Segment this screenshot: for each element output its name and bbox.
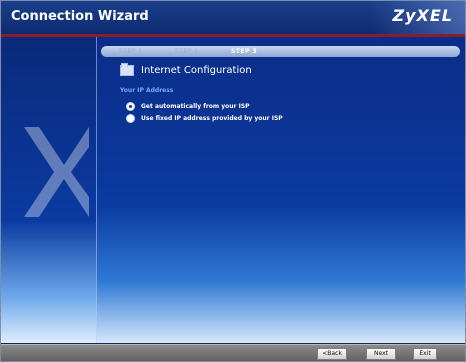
option-get-automatically[interactable]: Get automatically from your ISP (126, 102, 250, 111)
left-decoration (1, 37, 96, 343)
window-title: Connection Wizard (11, 9, 149, 24)
x-graphic-icon (24, 127, 89, 217)
step-progress: STEP 1 STEP 2 STEP 3 (101, 46, 460, 57)
radio-get-automatically[interactable] (126, 102, 135, 111)
section-title: Internet Configuration (141, 65, 252, 76)
button-bar: <Back Next > Exit (1, 344, 465, 361)
exit-button[interactable]: Exit (413, 348, 437, 360)
brand-logo: ZyXEL (392, 6, 453, 25)
step-3-label: STEP 3 (231, 48, 258, 55)
radio-fixed-ip[interactable] (126, 114, 135, 123)
ip-address-label: Your IP Address (120, 87, 174, 94)
connection-wizard-window: Connection Wizard ZyXEL STEP 1 STEP 2 ST… (0, 0, 466, 362)
option-fixed-ip-label: Use fixed IP address provided by your IS… (141, 115, 283, 122)
option-fixed-ip[interactable]: Use fixed IP address provided by your IS… (126, 114, 283, 123)
title-bar: Connection Wizard ZyXEL (1, 1, 465, 37)
separator-line (96, 37, 97, 343)
wizard-content: STEP 1 STEP 2 STEP 3 Internet Configurat… (1, 37, 465, 343)
back-button[interactable]: <Back (317, 348, 347, 360)
option-get-automatically-label: Get automatically from your ISP (141, 103, 250, 110)
internet-configuration-header: Internet Configuration (120, 63, 252, 76)
folder-icon (120, 63, 134, 76)
step-1-label: STEP 1 (119, 48, 143, 55)
next-button[interactable]: Next > (366, 348, 396, 361)
step-2-label: STEP 2 (175, 48, 199, 55)
